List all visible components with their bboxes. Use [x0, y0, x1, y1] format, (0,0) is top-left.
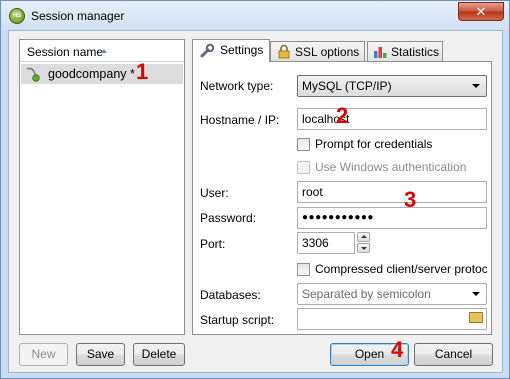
compressed-protocol-checkbox-row[interactable]: Compressed client/server protoco [297, 262, 487, 278]
tab-statistics-label: Statistics [391, 45, 440, 59]
databases-label: Databases: [200, 288, 261, 302]
password-input[interactable]: ●●●●●●●●●●● [297, 207, 487, 229]
annotation-marker-3: 3 [404, 187, 417, 212]
compressed-protocol-label: Compressed client/server protoco [315, 262, 487, 276]
hostname-label: Hostname / IP: [200, 113, 280, 127]
title-bar: HS Session manager ✕ [1, 1, 509, 31]
startup-script-label: Startup script: [200, 313, 275, 327]
network-type-value: MySQL (TCP/IP) [302, 79, 392, 93]
app-logo-icon: HS [9, 8, 25, 24]
windows-auth-label: Use Windows authentication [315, 160, 467, 174]
folder-open-icon[interactable] [469, 312, 483, 323]
chevron-down-icon [472, 292, 480, 296]
port-decrement-button[interactable] [357, 243, 370, 253]
lock-icon [278, 44, 290, 59]
prompt-credentials-checkbox[interactable] [297, 138, 310, 151]
new-button[interactable]: New [19, 343, 68, 366]
close-button[interactable]: ✕ [458, 2, 504, 21]
windows-auth-checkbox [297, 161, 310, 174]
session-list-item[interactable]: goodcompany * [21, 64, 183, 84]
compressed-protocol-checkbox[interactable] [297, 263, 310, 276]
network-type-select[interactable]: MySQL (TCP/IP) [297, 75, 487, 97]
hostname-input[interactable]: localhost [297, 108, 487, 130]
startup-script-input[interactable] [297, 308, 487, 330]
cancel-button[interactable]: Cancel [414, 343, 493, 366]
port-increment-button[interactable] [357, 232, 370, 242]
delete-button[interactable]: Delete [133, 343, 185, 366]
chevron-down-icon [472, 84, 480, 88]
column-header-label: Session name [27, 45, 104, 59]
session-list[interactable]: Session name goodcompany * [19, 39, 185, 335]
windows-auth-checkbox-row: Use Windows authentication [297, 160, 487, 176]
wrench-icon [200, 43, 215, 58]
user-input[interactable]: root [297, 181, 487, 203]
databases-placeholder: Separated by semicolon [302, 287, 431, 301]
session-icon [26, 67, 40, 82]
user-label: User: [200, 186, 229, 200]
tab-ssl-options[interactable]: SSL options [270, 41, 365, 61]
network-type-label: Network type: [200, 79, 274, 93]
prompt-credentials-label: Prompt for credentials [315, 137, 433, 151]
tab-settings[interactable]: Settings [192, 39, 270, 62]
session-name-column-header[interactable]: Session name [20, 40, 184, 62]
dialog-body: Session name goodcompany * 1 Settings SS… [8, 30, 503, 373]
annotation-marker-1: 1 [136, 59, 149, 84]
password-label: Password: [200, 211, 257, 225]
port-label: Port: [200, 237, 226, 251]
tab-statistics[interactable]: Statistics [367, 41, 443, 61]
tab-settings-label: Settings [220, 43, 264, 57]
tab-ssl-options-label: SSL options [295, 45, 360, 59]
sort-ascending-icon [101, 49, 107, 53]
databases-select[interactable]: Separated by semicolon [297, 283, 487, 305]
annotation-marker-4: 4 [391, 337, 404, 362]
bar-chart-icon [374, 47, 387, 58]
session-item-label: goodcompany * [48, 67, 135, 81]
annotation-marker-2: 2 [336, 103, 349, 128]
window-title: Session manager [31, 9, 125, 23]
session-manager-window: HS Session manager ✕ Session name goodco… [0, 0, 510, 379]
prompt-credentials-checkbox-row[interactable]: Prompt for credentials [297, 137, 487, 153]
save-button[interactable]: Save [76, 343, 125, 366]
port-input[interactable]: 3306 [297, 232, 355, 254]
